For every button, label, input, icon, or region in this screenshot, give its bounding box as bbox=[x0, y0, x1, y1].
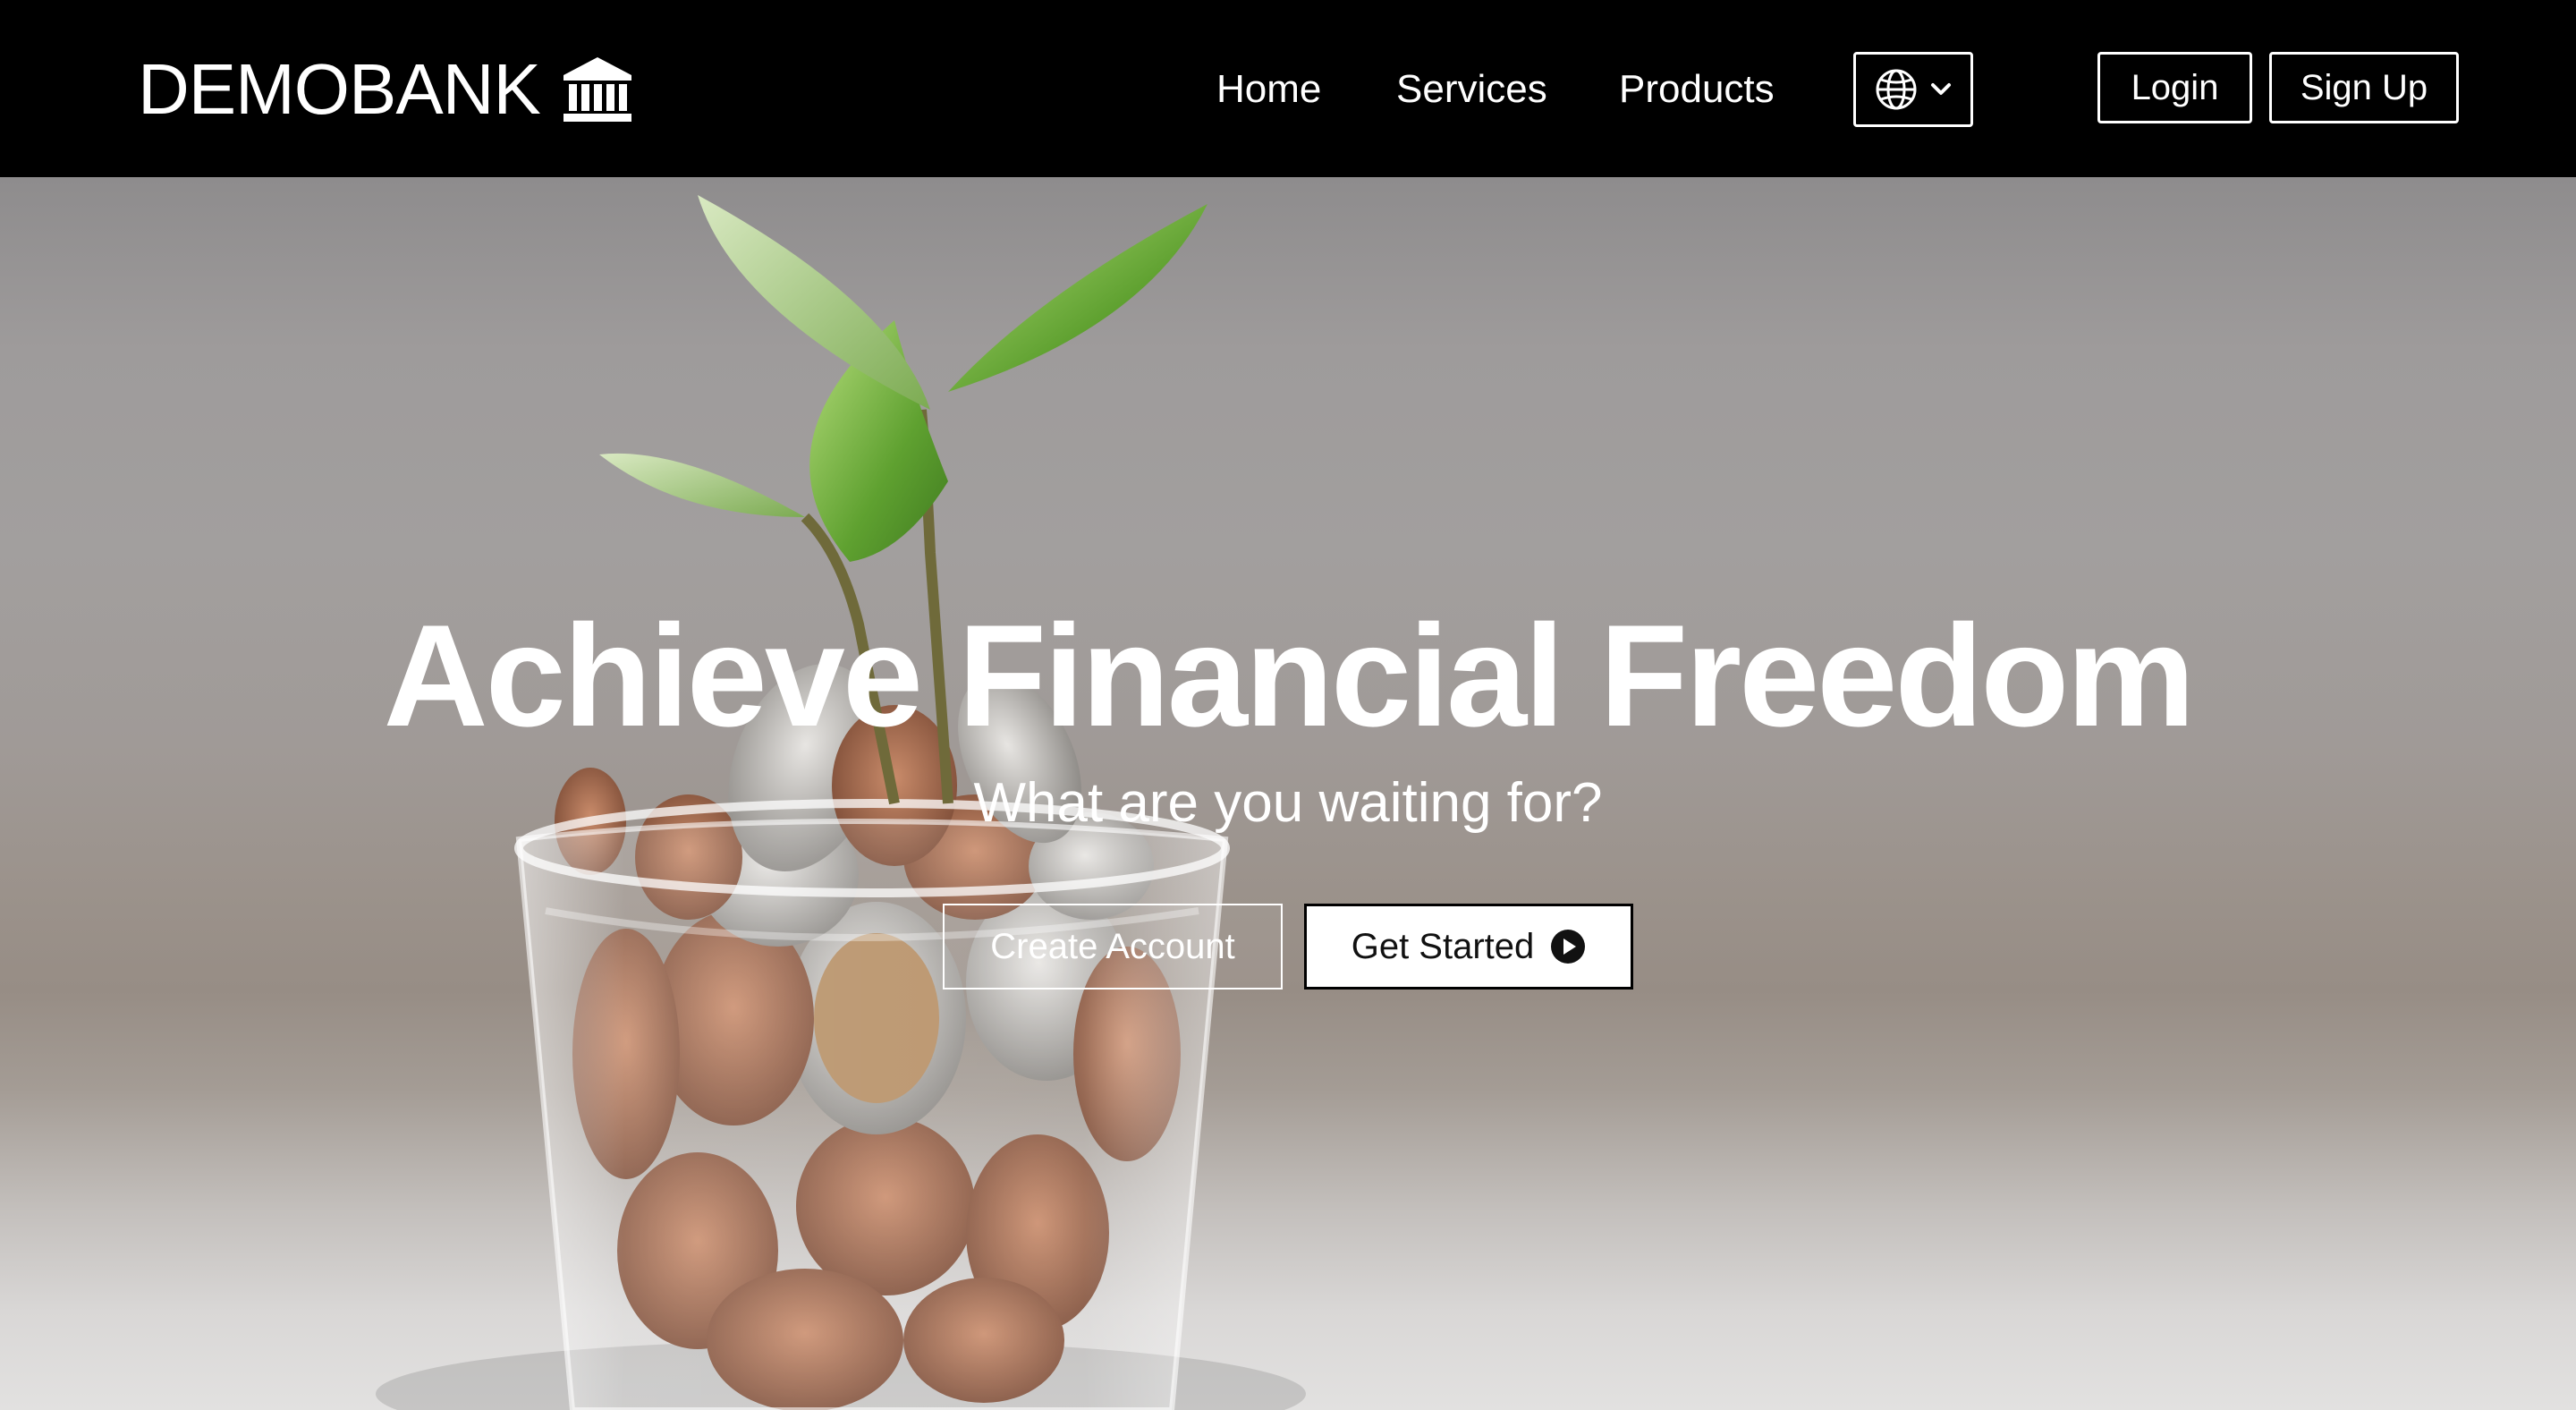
brand-logo[interactable]: DEMOBANK bbox=[138, 52, 633, 127]
bank-building-icon bbox=[563, 57, 631, 122]
login-button[interactable]: Login bbox=[2097, 52, 2252, 123]
globe-icon bbox=[1876, 69, 1917, 110]
play-circle-icon bbox=[1551, 930, 1586, 964]
brand-name: DEMOBANK bbox=[138, 49, 541, 129]
hero-section: Achieve Financial Freedom What are you w… bbox=[0, 177, 2576, 1410]
get-started-button[interactable]: Get Started bbox=[1304, 904, 1633, 990]
get-started-label: Get Started bbox=[1351, 926, 1535, 966]
nav-products[interactable]: Products bbox=[1619, 63, 1775, 116]
language-selector[interactable] bbox=[1853, 52, 1973, 127]
nav-home[interactable]: Home bbox=[1216, 63, 1321, 116]
create-account-button[interactable]: Create Account bbox=[943, 904, 1283, 990]
nav-services[interactable]: Services bbox=[1396, 63, 1547, 116]
hero-title: Achieve Financial Freedom bbox=[383, 595, 2196, 757]
signup-button[interactable]: Sign Up bbox=[2269, 52, 2459, 123]
hero-subtitle: What are you waiting for? bbox=[973, 772, 1603, 834]
top-navbar: DEMOBANK Home Services Products Login Si… bbox=[0, 0, 2576, 177]
chevron-down-icon bbox=[1931, 83, 1951, 95]
